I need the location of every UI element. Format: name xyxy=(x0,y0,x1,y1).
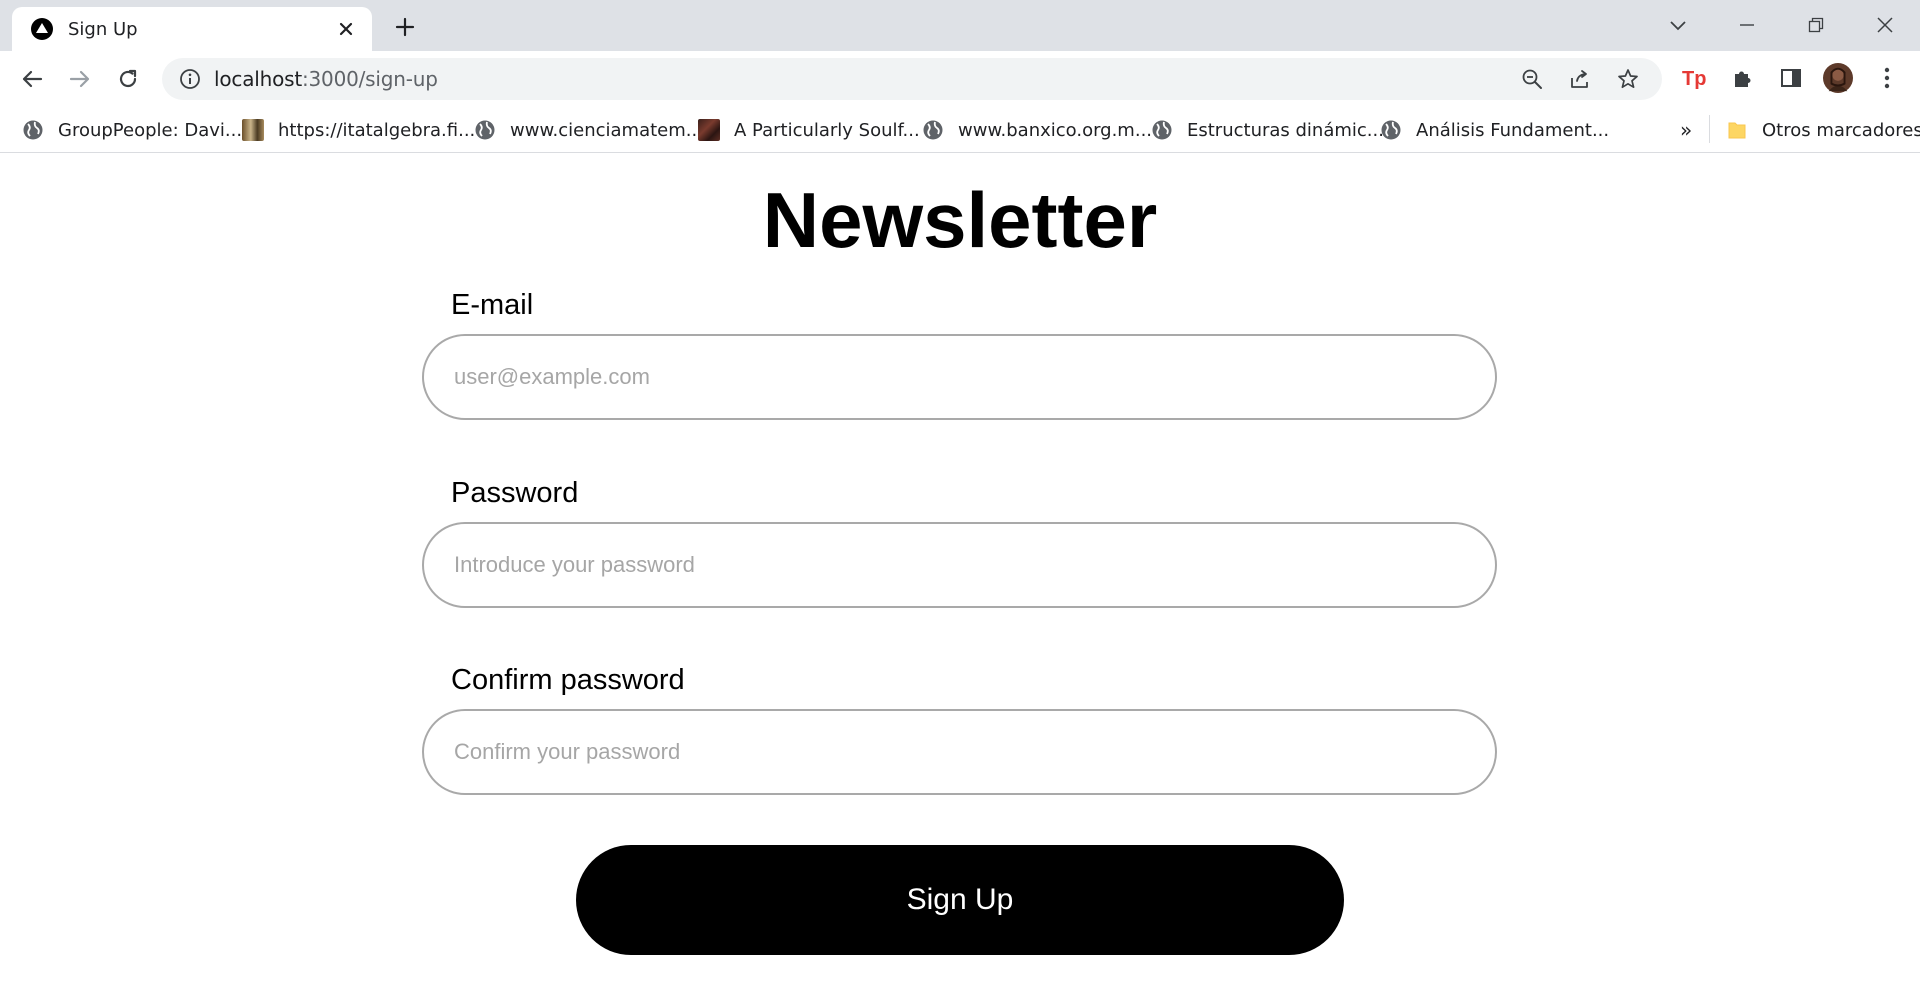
forward-arrow-icon[interactable] xyxy=(64,63,96,95)
bookmark-divider xyxy=(1709,115,1710,143)
password-field[interactable] xyxy=(422,522,1497,608)
bookmark-item[interactable]: www.cienciamatem... xyxy=(474,117,703,143)
share-icon[interactable] xyxy=(1568,67,1592,91)
tab-search-chevron-icon[interactable] xyxy=(1658,10,1698,40)
globe-icon xyxy=(22,119,44,141)
restore-icon[interactable] xyxy=(1796,10,1836,40)
close-icon[interactable] xyxy=(334,17,358,41)
svg-text:Tp: Tp xyxy=(1682,68,1706,90)
folder-icon xyxy=(1726,119,1748,141)
info-icon[interactable] xyxy=(178,67,202,91)
sign-up-button[interactable]: Sign Up xyxy=(576,845,1344,955)
globe-icon xyxy=(922,119,944,141)
minimize-icon[interactable] xyxy=(1727,10,1767,40)
bookmark-item[interactable]: https://itatalgebra.fi... xyxy=(242,117,475,143)
bookmark-item[interactable]: Estructuras dinámic... xyxy=(1151,117,1384,143)
more-bookmarks-button[interactable]: » xyxy=(1680,117,1692,143)
bookmark-item[interactable]: Análisis Fundament... xyxy=(1380,117,1609,143)
url-text[interactable]: localhost:3000/sign-up xyxy=(214,67,438,91)
kebab-menu-icon[interactable] xyxy=(1872,63,1902,93)
back-arrow-icon[interactable] xyxy=(16,63,48,95)
email-field[interactable] xyxy=(422,334,1497,420)
bookmark-item[interactable]: www.banxico.org.m... xyxy=(922,117,1152,143)
page-title: Newsletter xyxy=(762,176,1158,264)
new-tab-button[interactable] xyxy=(390,12,420,42)
puzzle-extensions-icon[interactable] xyxy=(1728,63,1758,93)
reload-icon[interactable] xyxy=(112,63,144,95)
browser-toolbar: localhost:3000/sign-up xyxy=(0,51,1920,107)
address-bar[interactable]: localhost:3000/sign-up xyxy=(162,58,1662,100)
tp-extension-icon[interactable]: Tp xyxy=(1680,63,1710,93)
bookmark-item[interactable]: GroupPeople: Davi... xyxy=(22,117,242,143)
globe-icon xyxy=(474,119,496,141)
page-content: Newsletter E-mail Password Confirm passw… xyxy=(0,153,1920,1008)
password-label: Password xyxy=(451,477,579,509)
tab-sign-up[interactable]: Sign Up xyxy=(12,7,372,51)
email-label: E-mail xyxy=(451,289,534,321)
bookmarks-bar: GroupPeople: Davi... https://itatalgebra… xyxy=(0,107,1920,153)
star-icon[interactable] xyxy=(1616,67,1640,91)
tab-strip: Sign Up xyxy=(0,0,1920,51)
triangle-logo-icon xyxy=(30,17,54,41)
side-panel-icon[interactable] xyxy=(1776,63,1806,93)
bookmark-item[interactable]: A Particularly Soulf... xyxy=(698,117,920,143)
window-close-icon[interactable] xyxy=(1865,10,1905,40)
globe-icon xyxy=(1151,119,1173,141)
thumbnail-icon xyxy=(242,119,264,141)
confirm-password-field[interactable] xyxy=(422,709,1497,795)
avatar[interactable] xyxy=(1823,63,1853,93)
zoom-out-icon[interactable] xyxy=(1520,67,1544,91)
globe-icon xyxy=(1380,119,1402,141)
tab-title: Sign Up xyxy=(68,18,138,40)
confirm-password-label: Confirm password xyxy=(451,664,685,696)
other-bookmarks-folder[interactable]: Otros marcadores xyxy=(1726,117,1920,143)
thumbnail-icon xyxy=(698,119,720,141)
